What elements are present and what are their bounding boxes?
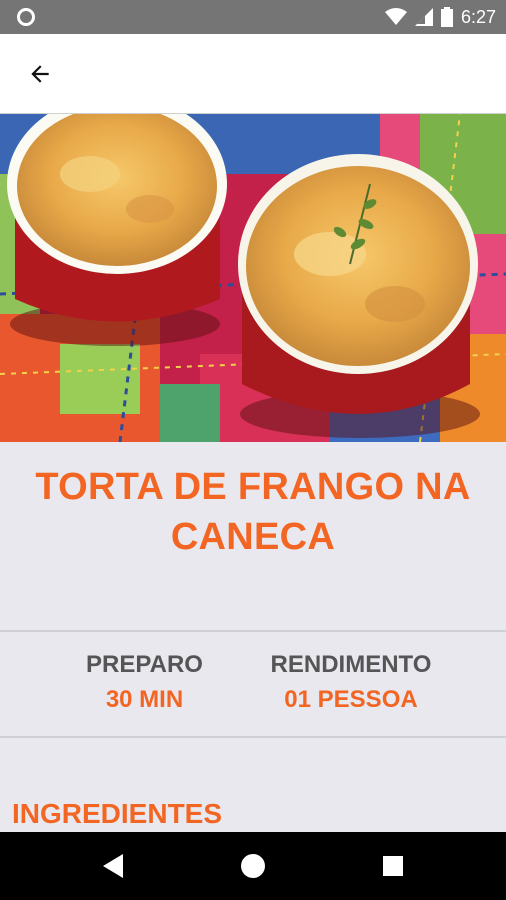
recipe-title: TORTA DE FRANGO NA CANECA (35, 466, 471, 558)
nav-recents-button[interactable] (358, 832, 428, 900)
signal-icon (414, 8, 433, 26)
battery-icon (440, 7, 453, 27)
yield-value: 01 PESSOA (284, 686, 418, 713)
app-bar (0, 34, 506, 114)
home-circle-icon (241, 854, 265, 878)
nav-back-button[interactable] (78, 832, 148, 900)
arrow-left-icon (31, 65, 49, 83)
prep-value: 30 MIN (105, 686, 184, 713)
notification-circle-icon (17, 8, 35, 26)
prep-info: PREPARO 30 MIN (72, 650, 217, 720)
ingredients-title: INGREDIENTES (12, 798, 223, 829)
recipe-image (0, 114, 506, 442)
back-triangle-icon (103, 854, 123, 878)
status-bar: 6:27 (0, 0, 506, 34)
yield-info: RENDIMENTO 01 PESSOA (258, 650, 444, 720)
title-area: TORTA DE FRANGO NA CANECA (0, 442, 506, 630)
wifi-icon (384, 8, 407, 25)
recipe-info-panel: PREPARO 30 MIN RENDIMENTO 01 PESSOA (0, 630, 506, 738)
yield-label: RENDIMENTO (270, 651, 432, 678)
status-time: 6:27 (460, 6, 496, 27)
status-icons: 6:27 (384, 0, 496, 34)
prep-label: PREPARO (86, 651, 203, 678)
recents-square-icon (383, 856, 403, 876)
nav-home-button[interactable] (218, 832, 288, 900)
back-button[interactable] (20, 54, 60, 94)
chicken-pot-pie-ramekins-photo (0, 114, 506, 442)
system-nav-bar (0, 832, 506, 900)
